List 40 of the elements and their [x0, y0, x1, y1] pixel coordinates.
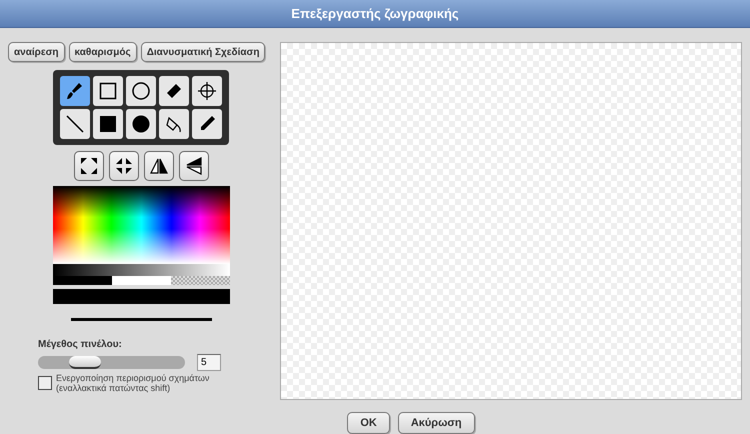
filled-square-icon — [98, 114, 118, 134]
color-spectrum[interactable] — [52, 186, 230, 264]
flip-horizontal-icon — [148, 156, 168, 176]
tool-button[interactable] — [126, 109, 156, 139]
color-swatches[interactable] — [52, 276, 230, 285]
tool-button[interactable] — [159, 76, 189, 106]
transform-button[interactable] — [74, 151, 104, 181]
toolbar-button[interactable]: Διανυσματική Σχεδίαση — [140, 42, 266, 62]
circle-outline-icon — [131, 81, 151, 101]
tool-button[interactable] — [192, 76, 222, 106]
paint-bucket-icon — [164, 114, 184, 134]
tool-button[interactable] — [126, 76, 156, 106]
brush-icon — [65, 81, 85, 101]
transform-button[interactable] — [144, 151, 174, 181]
square-outline-icon — [98, 81, 118, 101]
transform-button[interactable] — [108, 151, 138, 181]
shrink-icon — [114, 156, 134, 176]
window-title: Επεξεργαστής ζωγραφικής — [291, 6, 459, 21]
dialog-button[interactable]: Ακύρωση — [398, 412, 475, 434]
checkbox[interactable] — [38, 376, 52, 390]
brush-size-field[interactable]: 5 — [197, 354, 221, 371]
crosshair-icon — [197, 81, 217, 101]
tool-button[interactable] — [159, 109, 189, 139]
slider-thumb[interactable] — [69, 356, 102, 369]
tool-button[interactable] — [60, 109, 90, 139]
transform-button[interactable] — [178, 151, 208, 181]
tool-button[interactable] — [60, 76, 90, 106]
toolbar-button[interactable]: αναίρεση — [8, 42, 65, 62]
checkbox-label: Ενεργοποίηση περιορισμού σχημάτων (εναλλακτικά πατώντας shift) — [56, 373, 210, 393]
toolbar-button[interactable]: καθαρισμός — [68, 42, 137, 62]
tool-button[interactable] — [192, 109, 222, 139]
tool-button[interactable] — [93, 109, 123, 139]
expand-icon — [78, 156, 98, 176]
grayscale-bar[interactable] — [52, 264, 230, 276]
line-icon — [65, 114, 85, 134]
brush-size-label: Μέγεθος πινέλου: — [38, 339, 122, 350]
filled-circle-icon — [131, 114, 151, 134]
brush-size-slider[interactable] — [38, 356, 185, 369]
dialog-button[interactable]: OK — [347, 412, 390, 434]
tool-button[interactable] — [93, 76, 123, 106]
